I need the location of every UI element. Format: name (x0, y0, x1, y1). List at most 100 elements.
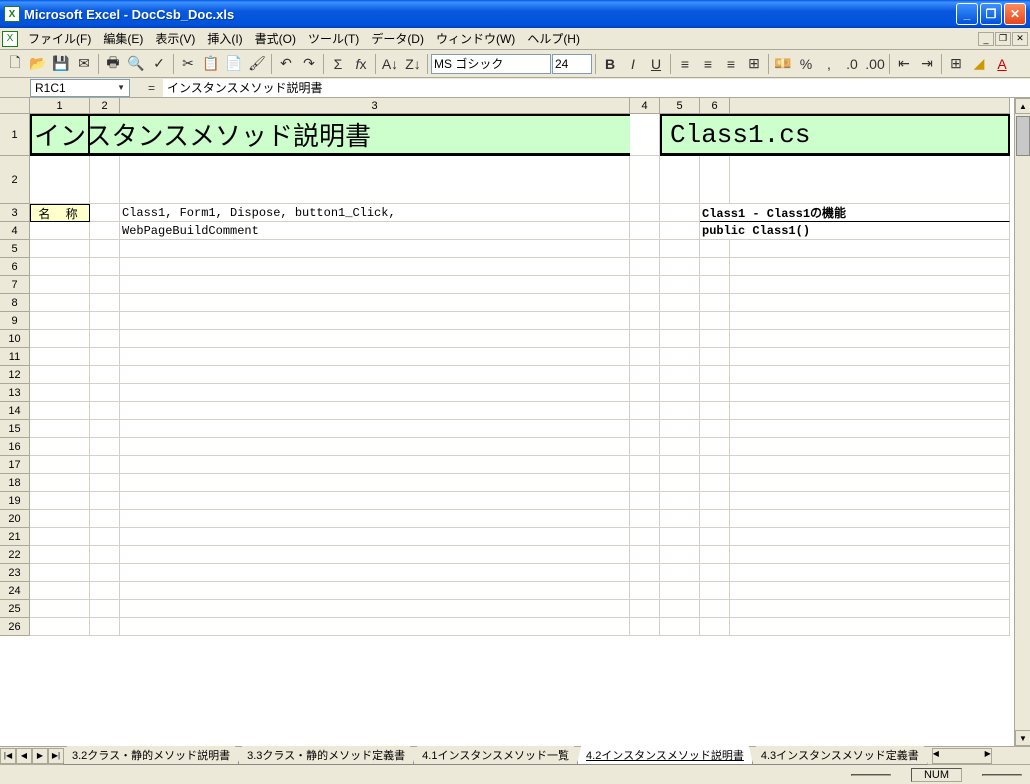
empty-cell[interactable] (630, 258, 660, 276)
empty-cell[interactable] (90, 402, 120, 420)
empty-cell[interactable] (630, 510, 660, 528)
empty-cell[interactable] (30, 582, 90, 600)
scroll-up-icon[interactable]: ▲ (1015, 98, 1030, 114)
empty-cell[interactable] (30, 600, 90, 618)
empty-cell[interactable] (90, 510, 120, 528)
maximize-button[interactable]: ❐ (980, 3, 1002, 25)
empty-cell[interactable] (630, 528, 660, 546)
empty-cell[interactable] (30, 492, 90, 510)
row-header[interactable]: 11 (0, 348, 30, 366)
name-box-dropdown-icon[interactable]: ▼ (117, 83, 125, 92)
sheet-tab[interactable]: 3.3クラス・静的メソッド定義書 (238, 746, 414, 765)
empty-cell[interactable] (30, 528, 90, 546)
empty-cell[interactable] (730, 348, 1010, 366)
column-header[interactable]: 5 (660, 98, 700, 114)
empty-cell[interactable] (660, 312, 700, 330)
empty-cell[interactable] (700, 348, 730, 366)
empty-cell[interactable] (660, 510, 700, 528)
empty-cell[interactable] (90, 258, 120, 276)
empty-cell[interactable] (120, 312, 630, 330)
increase-indent-icon[interactable]: ⇥ (916, 53, 938, 75)
empty-cell[interactable] (630, 456, 660, 474)
fill-color-icon[interactable]: ◢ (968, 53, 990, 75)
empty-cell[interactable] (90, 330, 120, 348)
data-cell[interactable]: Class1 - Class1の機能 (700, 204, 1010, 222)
mdi-close-button[interactable]: ✕ (1012, 32, 1028, 46)
empty-cell[interactable] (730, 546, 1010, 564)
row-header[interactable]: 13 (0, 384, 30, 402)
row-header[interactable]: 18 (0, 474, 30, 492)
empty-cell[interactable] (730, 492, 1010, 510)
empty-cell[interactable] (630, 348, 660, 366)
comma-icon[interactable]: , (818, 53, 840, 75)
menu-file[interactable]: ファイル(F) (22, 28, 97, 49)
borders-icon[interactable]: ⊞ (945, 53, 967, 75)
autosum-icon[interactable]: Σ (327, 53, 349, 75)
row-header[interactable]: 12 (0, 366, 30, 384)
empty-cell[interactable] (700, 528, 730, 546)
empty-cell[interactable] (120, 240, 630, 258)
empty-cell[interactable] (120, 156, 630, 204)
empty-cell[interactable] (700, 456, 730, 474)
empty-cell[interactable] (30, 348, 90, 366)
empty-cell[interactable] (730, 294, 1010, 312)
empty-cell[interactable] (90, 582, 120, 600)
row-header[interactable]: 10 (0, 330, 30, 348)
title-cell-right[interactable]: Class1.cs (660, 114, 1010, 156)
redo-icon[interactable]: ↷ (298, 53, 320, 75)
decrease-decimal-icon[interactable]: .00 (864, 53, 886, 75)
empty-cell[interactable] (90, 618, 120, 636)
row-header[interactable]: 6 (0, 258, 30, 276)
cells-area[interactable]: インスタンスメソッド説明書Class1.cs名 称Class1, Form1, … (30, 114, 1010, 636)
empty-cell[interactable] (660, 492, 700, 510)
italic-icon[interactable]: I (622, 53, 644, 75)
empty-cell[interactable] (630, 294, 660, 312)
empty-cell[interactable] (90, 348, 120, 366)
row-header[interactable]: 14 (0, 402, 30, 420)
empty-cell[interactable] (30, 402, 90, 420)
empty-cell[interactable] (120, 348, 630, 366)
empty-cell[interactable] (730, 312, 1010, 330)
empty-cell[interactable] (120, 294, 630, 312)
empty-cell[interactable] (700, 474, 730, 492)
currency-icon[interactable]: 💴 (772, 53, 794, 75)
empty-cell[interactable] (90, 312, 120, 330)
empty-cell[interactable] (700, 276, 730, 294)
empty-cell[interactable] (660, 438, 700, 456)
empty-cell[interactable] (120, 384, 630, 402)
row-header[interactable]: 9 (0, 312, 30, 330)
empty-cell[interactable] (730, 402, 1010, 420)
sort-desc-icon[interactable]: Z↓ (402, 53, 424, 75)
menu-view[interactable]: 表示(V) (149, 28, 201, 49)
menu-edit[interactable]: 編集(E) (97, 28, 149, 49)
row-header[interactable]: 23 (0, 564, 30, 582)
data-cell[interactable]: public Class1() (700, 222, 1010, 240)
font-name-combo[interactable] (431, 54, 551, 74)
empty-cell[interactable] (120, 438, 630, 456)
column-header[interactable]: 1 (30, 98, 90, 114)
empty-cell[interactable] (630, 222, 660, 240)
empty-cell[interactable] (660, 420, 700, 438)
empty-cell[interactable] (90, 528, 120, 546)
empty-cell[interactable] (90, 456, 120, 474)
undo-icon[interactable]: ↶ (275, 53, 297, 75)
empty-cell[interactable] (660, 402, 700, 420)
percent-icon[interactable]: % (795, 53, 817, 75)
empty-cell[interactable] (730, 276, 1010, 294)
empty-cell[interactable] (630, 546, 660, 564)
minimize-button[interactable]: _ (956, 3, 978, 25)
align-left-icon[interactable]: ≡ (674, 53, 696, 75)
empty-cell[interactable] (630, 600, 660, 618)
empty-cell[interactable] (120, 528, 630, 546)
empty-cell[interactable] (630, 384, 660, 402)
column-header[interactable]: 6 (700, 98, 730, 114)
row-header[interactable]: 4 (0, 222, 30, 240)
row-header[interactable]: 17 (0, 456, 30, 474)
empty-cell[interactable] (630, 204, 660, 222)
empty-cell[interactable] (660, 528, 700, 546)
tab-nav-last-icon[interactable]: ▶| (48, 748, 64, 764)
row-header[interactable]: 2 (0, 156, 30, 204)
empty-cell[interactable] (630, 438, 660, 456)
empty-cell[interactable] (730, 582, 1010, 600)
empty-cell[interactable] (700, 330, 730, 348)
